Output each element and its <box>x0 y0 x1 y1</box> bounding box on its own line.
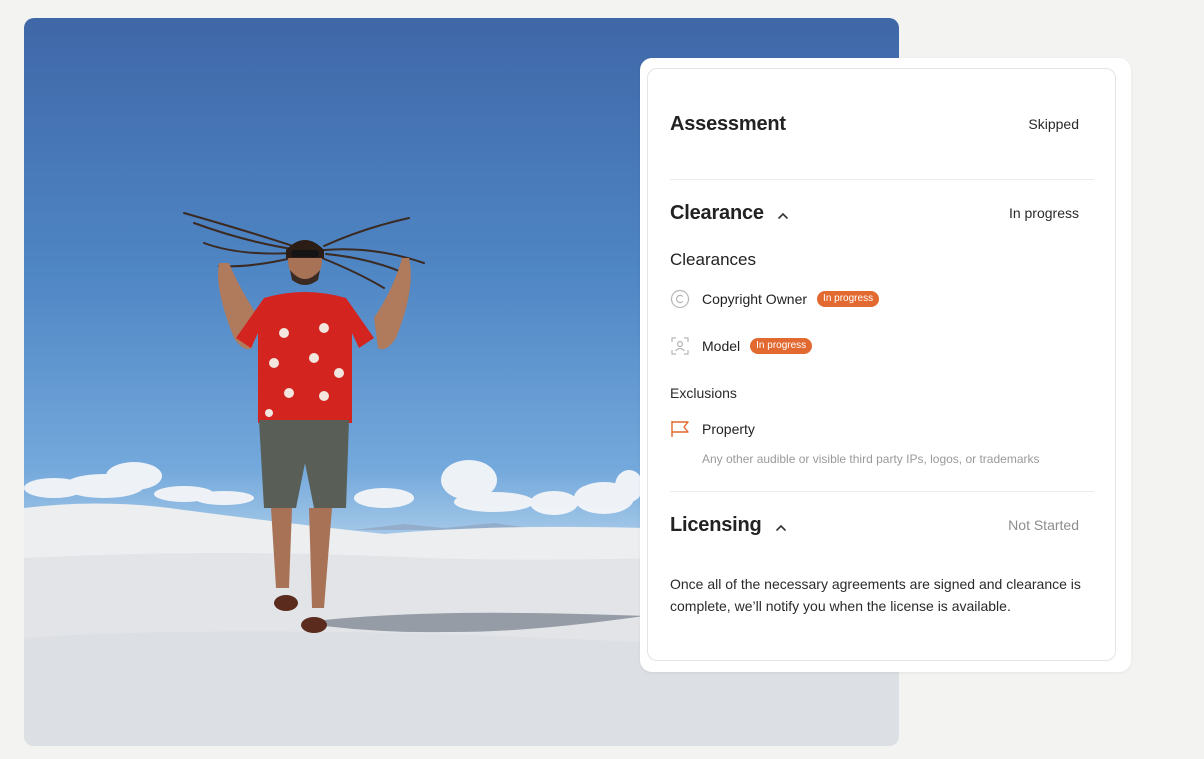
exclusions-heading: Exclusions <box>670 385 737 401</box>
rights-status-panel: Assessment Skipped Clearance In progress… <box>640 58 1131 672</box>
licensing-message: Once all of the necessary agreements are… <box>670 576 1081 614</box>
clearance-item-label: Copyright Owner <box>702 291 808 307</box>
section-divider <box>670 179 1094 180</box>
clearance-status: In progress <box>1008 205 1079 221</box>
exclusion-item-label: Property <box>702 421 755 437</box>
person-scan-icon <box>670 336 690 356</box>
clearance-section-header[interactable]: Clearance In progress <box>670 198 1079 228</box>
chevron-up-icon[interactable] <box>776 208 790 219</box>
status-badge: In progress <box>817 291 880 307</box>
rights-status-card: Assessment Skipped Clearance In progress… <box>647 68 1116 661</box>
clearance-title: Clearance <box>670 201 764 224</box>
chevron-up-icon[interactable] <box>774 520 788 531</box>
assessment-section-header: Assessment Skipped <box>670 109 1079 139</box>
clearances-heading: Clearances <box>670 250 756 269</box>
status-badge: In progress <box>750 338 813 354</box>
clearance-item-copyright-owner[interactable]: Copyright Owner In progress <box>670 289 880 309</box>
clearance-item-model[interactable]: Model In progress <box>670 336 813 356</box>
licensing-title: Licensing <box>670 513 762 536</box>
assessment-title: Assessment <box>670 112 786 135</box>
exclusion-hint: Any other audible or visible third party… <box>702 452 1040 466</box>
exclusion-item-property[interactable]: Property <box>670 419 755 439</box>
clearance-item-label: Model <box>702 338 741 354</box>
assessment-status: Skipped <box>1028 116 1079 132</box>
copyright-icon <box>670 289 690 309</box>
licensing-section-header[interactable]: Licensing Not Started <box>670 510 1079 540</box>
flag-icon <box>670 419 690 439</box>
section-divider <box>670 491 1094 492</box>
licensing-status: Not Started <box>1008 517 1079 533</box>
